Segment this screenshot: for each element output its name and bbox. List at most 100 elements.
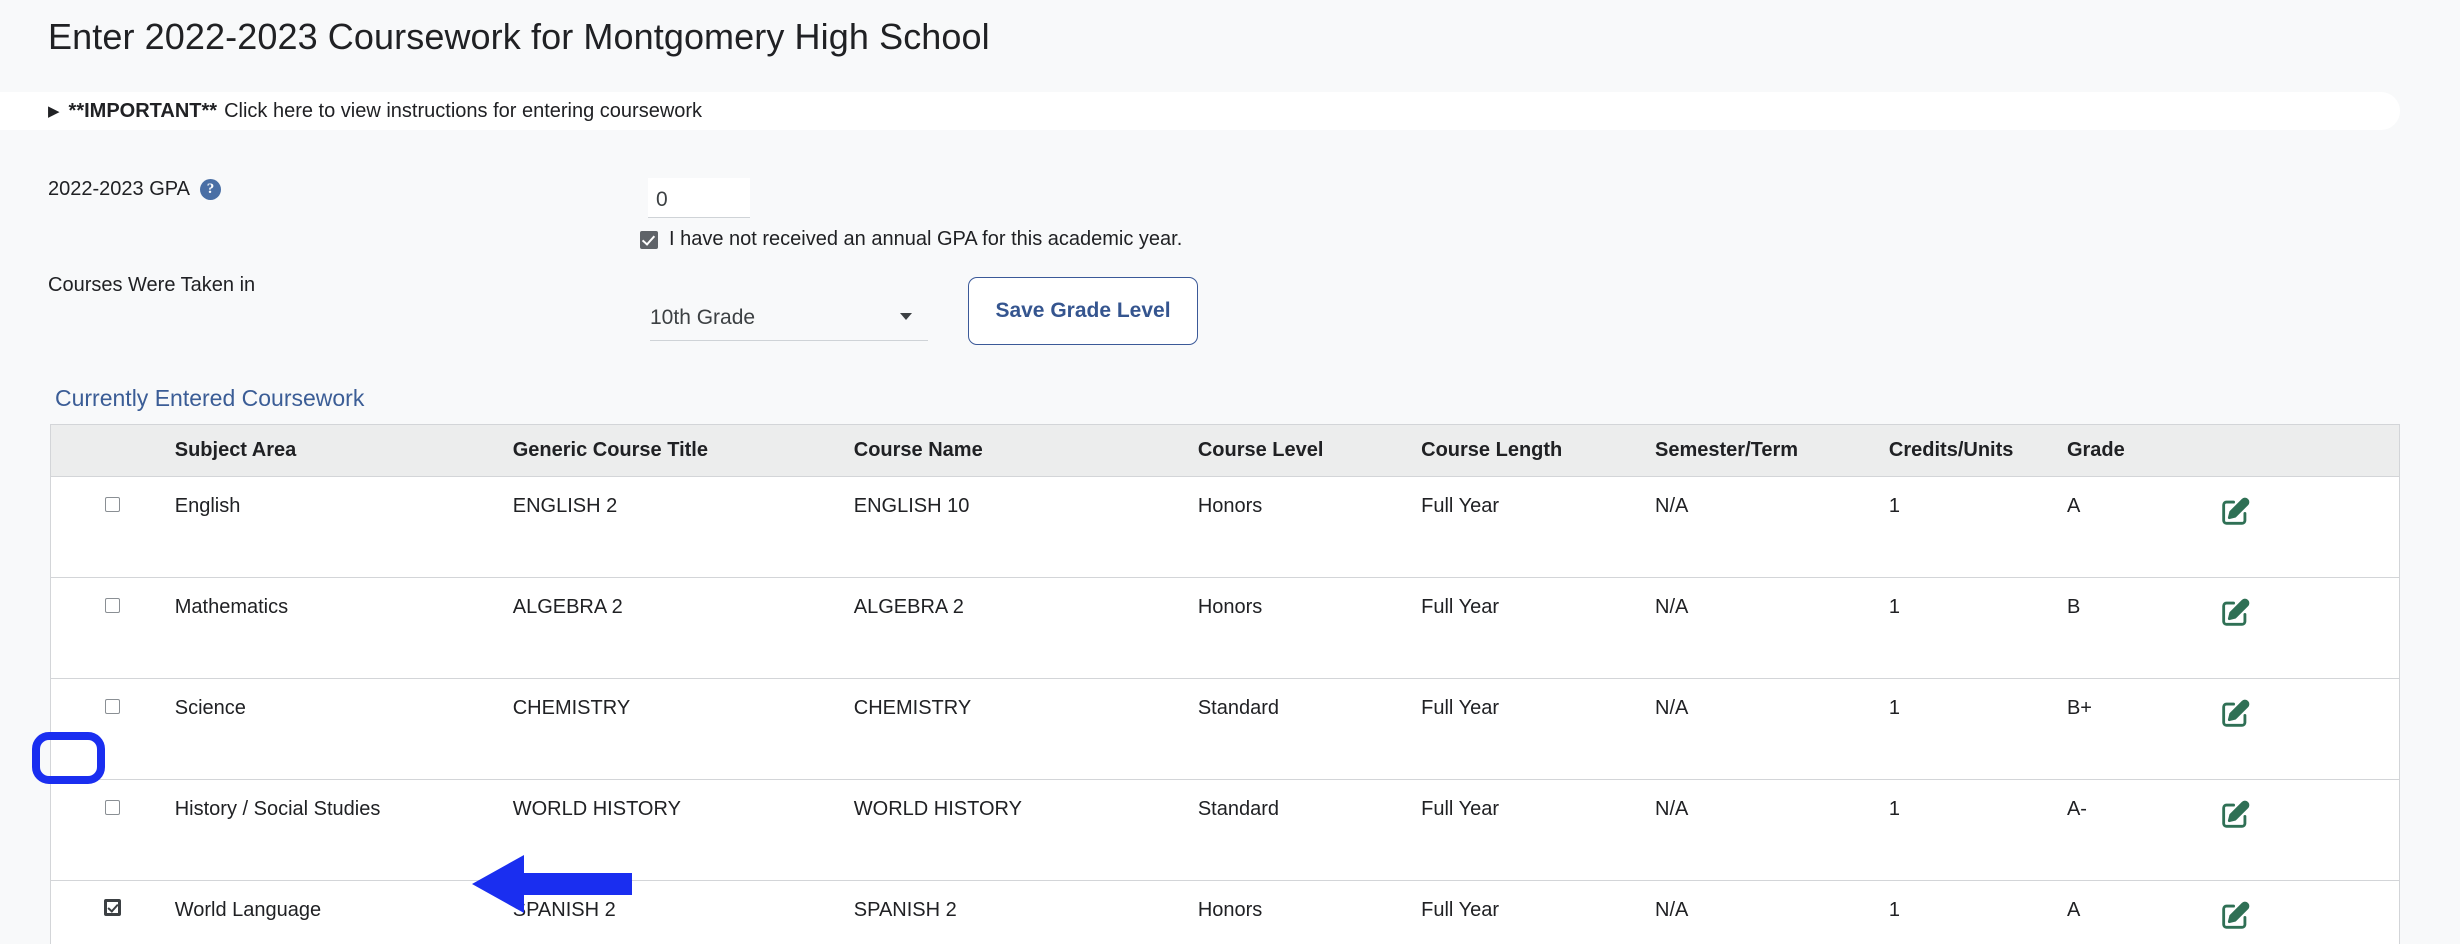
table-row: World LanguageSPANISH 2SPANISH 2HonorsFu… (51, 881, 2399, 944)
cell-subject-area: History / Social Studies (175, 780, 513, 881)
cell-generic-course-title: ALGEBRA 2 (513, 578, 854, 679)
col-header-select (51, 425, 175, 477)
grade-level-label-row: Courses Were Taken in (48, 274, 255, 297)
cell-course-length: Full Year (1421, 881, 1655, 944)
cell-course-length: Full Year (1421, 477, 1655, 578)
cell-course-level: Standard (1198, 679, 1421, 780)
col-header-subject-area: Subject Area (175, 425, 513, 477)
cell-credits-units: 1 (1889, 780, 2067, 881)
cell-semester-term: N/A (1655, 780, 1889, 881)
row-select-checkbox[interactable] (105, 800, 120, 815)
no-gpa-checkbox-row[interactable]: I have not received an annual GPA for th… (640, 228, 1182, 251)
table-row: MathematicsALGEBRA 2ALGEBRA 2HonorsFull … (51, 578, 2399, 679)
cell-credits-units: 1 (1889, 477, 2067, 578)
col-header-credits-units: Credits/Units (1889, 425, 2067, 477)
cell-subject-area: English (175, 477, 513, 578)
table-header-row: Subject Area Generic Course Title Course… (51, 425, 2399, 477)
table-row: History / Social StudiesWORLD HISTORYWOR… (51, 780, 2399, 881)
coursework-table-body: EnglishENGLISH 2ENGLISH 10HonorsFull Yea… (51, 477, 2399, 944)
cell-generic-course-title: SPANISH 2 (513, 881, 854, 944)
cell-edit-action (2218, 780, 2399, 881)
gpa-label: 2022-2023 GPA (48, 178, 190, 201)
important-label: **IMPORTANT** (69, 100, 218, 123)
row-select-cell (51, 477, 175, 578)
row-select-checkbox[interactable] (105, 497, 120, 512)
cell-subject-area: Mathematics (175, 578, 513, 679)
table-row: EnglishENGLISH 2ENGLISH 10HonorsFull Yea… (51, 477, 2399, 578)
edit-pencil-icon[interactable] (2218, 495, 2252, 529)
important-instructions-banner[interactable]: ▶ **IMPORTANT** Click here to view instr… (0, 92, 2400, 130)
coursework-table-head: Subject Area Generic Course Title Course… (51, 425, 2399, 477)
edit-pencil-icon[interactable] (2218, 697, 2252, 731)
gpa-input[interactable] (648, 178, 750, 218)
cell-credits-units: 1 (1889, 881, 2067, 944)
grade-level-select[interactable]: 10th Grade (650, 295, 928, 341)
coursework-table-container: Subject Area Generic Course Title Course… (50, 424, 2400, 944)
cell-course-name: WORLD HISTORY (854, 780, 1198, 881)
currently-entered-coursework-link[interactable]: Currently Entered Coursework (55, 385, 364, 412)
cell-credits-units: 1 (1889, 578, 2067, 679)
col-header-course-level: Course Level (1198, 425, 1421, 477)
cell-course-name: ENGLISH 10 (854, 477, 1198, 578)
edit-pencil-icon[interactable] (2218, 899, 2252, 933)
col-header-course-name: Course Name (854, 425, 1198, 477)
cell-credits-units: 1 (1889, 679, 2067, 780)
gpa-label-row: 2022-2023 GPA ? (48, 178, 221, 201)
grade-level-selected-value: 10th Grade (650, 306, 755, 330)
cell-course-length: Full Year (1421, 780, 1655, 881)
grade-level-label: Courses Were Taken in (48, 274, 255, 297)
cell-course-name: CHEMISTRY (854, 679, 1198, 780)
important-banner-text: Click here to view instructions for ente… (224, 100, 702, 123)
coursework-table: Subject Area Generic Course Title Course… (51, 425, 2399, 944)
cell-subject-area: Science (175, 679, 513, 780)
cell-course-level: Honors (1198, 578, 1421, 679)
row-select-cell (51, 881, 175, 944)
row-select-checkbox-checked[interactable] (104, 899, 121, 916)
cell-subject-area: World Language (175, 881, 513, 944)
cell-course-length: Full Year (1421, 679, 1655, 780)
cell-semester-term: N/A (1655, 477, 1889, 578)
cell-grade: B+ (2067, 679, 2218, 780)
col-header-grade: Grade (2067, 425, 2218, 477)
page-title: Enter 2022-2023 Coursework for Montgomer… (48, 16, 990, 58)
cell-course-level: Honors (1198, 881, 1421, 944)
cell-semester-term: N/A (1655, 679, 1889, 780)
cell-course-name: SPANISH 2 (854, 881, 1198, 944)
cell-grade: A- (2067, 780, 2218, 881)
save-grade-level-button[interactable]: Save Grade Level (968, 277, 1198, 345)
cell-course-name: ALGEBRA 2 (854, 578, 1198, 679)
cell-generic-course-title: WORLD HISTORY (513, 780, 854, 881)
cell-edit-action (2218, 578, 2399, 679)
no-gpa-checkbox-label: I have not received an annual GPA for th… (669, 228, 1182, 251)
col-header-semester-term: Semester/Term (1655, 425, 1889, 477)
cell-grade: A (2067, 881, 2218, 944)
gpa-label-group: 2022-2023 GPA ? (48, 178, 221, 201)
cell-edit-action (2218, 881, 2399, 944)
cell-grade: B (2067, 578, 2218, 679)
row-select-checkbox[interactable] (105, 598, 120, 613)
row-select-cell (51, 679, 175, 780)
row-select-cell (51, 578, 175, 679)
table-row: ScienceCHEMISTRYCHEMISTRYStandardFull Ye… (51, 679, 2399, 780)
col-header-course-length: Course Length (1421, 425, 1655, 477)
edit-pencil-icon[interactable] (2218, 798, 2252, 832)
row-select-cell (51, 780, 175, 881)
cell-course-level: Standard (1198, 780, 1421, 881)
cell-grade: A (2067, 477, 2218, 578)
cell-course-length: Full Year (1421, 578, 1655, 679)
triangle-right-icon[interactable]: ▶ (48, 104, 60, 119)
col-header-actions (2218, 425, 2399, 477)
question-mark-circle-icon[interactable]: ? (200, 179, 221, 200)
edit-pencil-icon[interactable] (2218, 596, 2252, 630)
no-gpa-checkbox[interactable] (640, 231, 658, 249)
cell-edit-action (2218, 679, 2399, 780)
coursework-entry-page: Enter 2022-2023 Coursework for Montgomer… (0, 0, 2460, 944)
cell-generic-course-title: ENGLISH 2 (513, 477, 854, 578)
cell-course-level: Honors (1198, 477, 1421, 578)
cell-generic-course-title: CHEMISTRY (513, 679, 854, 780)
chevron-down-icon[interactable] (900, 313, 912, 320)
row-select-checkbox[interactable] (105, 699, 120, 714)
cell-semester-term: N/A (1655, 578, 1889, 679)
col-header-generic-title: Generic Course Title (513, 425, 854, 477)
cell-edit-action (2218, 477, 2399, 578)
